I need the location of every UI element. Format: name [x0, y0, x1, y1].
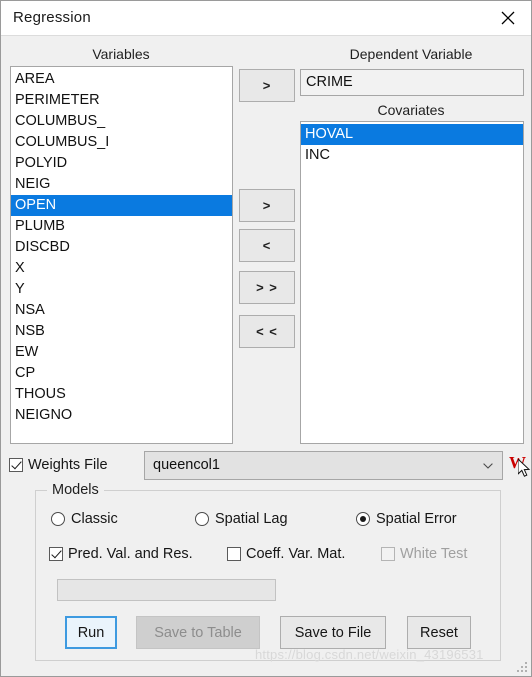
weights-file-select[interactable]: queencol1 — [144, 451, 503, 480]
close-icon — [501, 11, 515, 25]
models-legend-label: Models — [47, 482, 104, 498]
weights-file-row: Weights File queencol1 W — [9, 451, 531, 481]
dependent-variable-caption: Dependent Variable — [349, 46, 473, 62]
variable-list-item[interactable]: POLYID — [11, 153, 232, 174]
covariates-listbox[interactable]: HOVAL INC — [300, 121, 524, 444]
remove-all-covariates-button[interactable]: < < — [239, 315, 295, 348]
radio-spatial-error-label: Spatial Error — [376, 511, 457, 527]
weights-file-value: queencol1 — [153, 457, 220, 473]
variable-list-item[interactable]: PERIMETER — [11, 90, 232, 111]
covariates-caption: Covariates — [377, 102, 445, 118]
checkbox-icon — [9, 458, 23, 472]
variable-list-item[interactable]: AREA — [11, 69, 232, 90]
radio-icon-selected — [356, 512, 370, 526]
run-button[interactable]: Run — [65, 616, 117, 649]
add-all-covariates-button[interactable]: > > — [239, 271, 295, 304]
variable-list-item[interactable]: Y — [11, 279, 232, 300]
checkbox-icon-disabled — [381, 547, 395, 561]
checkbox-pred-val-and-res-label: Pred. Val. and Res. — [68, 546, 193, 562]
variable-list-item[interactable]: CP — [11, 363, 232, 384]
variable-list-item[interactable]: NEIG — [11, 174, 232, 195]
radio-classic[interactable]: Classic — [51, 511, 118, 527]
reset-button[interactable]: Reset — [407, 616, 471, 649]
remove-covariate-button[interactable]: < — [239, 229, 295, 262]
checkbox-icon — [227, 547, 241, 561]
progress-strip — [57, 579, 276, 601]
weights-manager-icon[interactable]: W — [509, 454, 526, 471]
window-title: Regression — [13, 9, 91, 26]
regression-dialog: Regression Variables Dependent Variable … — [0, 0, 532, 677]
checkbox-coeff-var-mat[interactable]: Coeff. Var. Mat. — [227, 546, 345, 562]
radio-classic-label: Classic — [71, 511, 118, 527]
title-bar: Regression — [1, 1, 531, 36]
resize-grip-icon[interactable] — [517, 662, 528, 673]
checkbox-white-test-label: White Test — [400, 546, 468, 562]
variable-list-item[interactable]: DISCBD — [11, 237, 232, 258]
checkbox-pred-val-and-res[interactable]: Pred. Val. and Res. — [49, 546, 193, 562]
variable-list-item[interactable]: COLUMBUS_ — [11, 111, 232, 132]
variable-list-item[interactable]: X — [11, 258, 232, 279]
radio-icon — [195, 512, 209, 526]
covariate-list-item[interactable]: HOVAL — [301, 124, 523, 145]
radio-spatial-error[interactable]: Spatial Error — [356, 511, 457, 527]
variable-list-item[interactable]: PLUMB — [11, 216, 232, 237]
variable-list-item[interactable]: NSB — [11, 321, 232, 342]
checkbox-icon — [49, 547, 63, 561]
close-button[interactable] — [485, 1, 531, 35]
variable-list-item[interactable]: THOUS — [11, 384, 232, 405]
variable-list-item[interactable]: NSA — [11, 300, 232, 321]
variable-list-item[interactable]: OPEN — [11, 195, 232, 216]
chevron-down-icon — [483, 463, 493, 469]
weights-file-label: Weights File — [28, 457, 108, 473]
radio-icon — [51, 512, 65, 526]
covariate-list-item[interactable]: INC — [301, 145, 523, 166]
variables-listbox[interactable]: AREA PERIMETER COLUMBUS_ COLUMBUS_I POLYID NE… — [10, 66, 233, 444]
save-to-file-button[interactable]: Save to File — [280, 616, 386, 649]
add-dependent-variable-button[interactable]: > — [239, 69, 295, 102]
variable-list-item[interactable]: COLUMBUS_I — [11, 132, 232, 153]
variable-list-item[interactable]: NEIGNO — [11, 405, 232, 426]
save-to-table-button: Save to Table — [136, 616, 260, 649]
radio-spatial-lag[interactable]: Spatial Lag — [195, 511, 288, 527]
dependent-variable-field[interactable]: CRIME — [300, 69, 524, 96]
checkbox-white-test: White Test — [381, 546, 467, 562]
radio-spatial-lag-label: Spatial Lag — [215, 511, 288, 527]
add-covariate-button[interactable]: > — [239, 189, 295, 222]
variable-list-item[interactable]: EW — [11, 342, 232, 363]
variables-caption: Variables — [92, 46, 150, 62]
weights-file-checkbox[interactable]: Weights File — [9, 457, 108, 473]
checkbox-coeff-var-mat-label: Coeff. Var. Mat. — [246, 546, 346, 562]
